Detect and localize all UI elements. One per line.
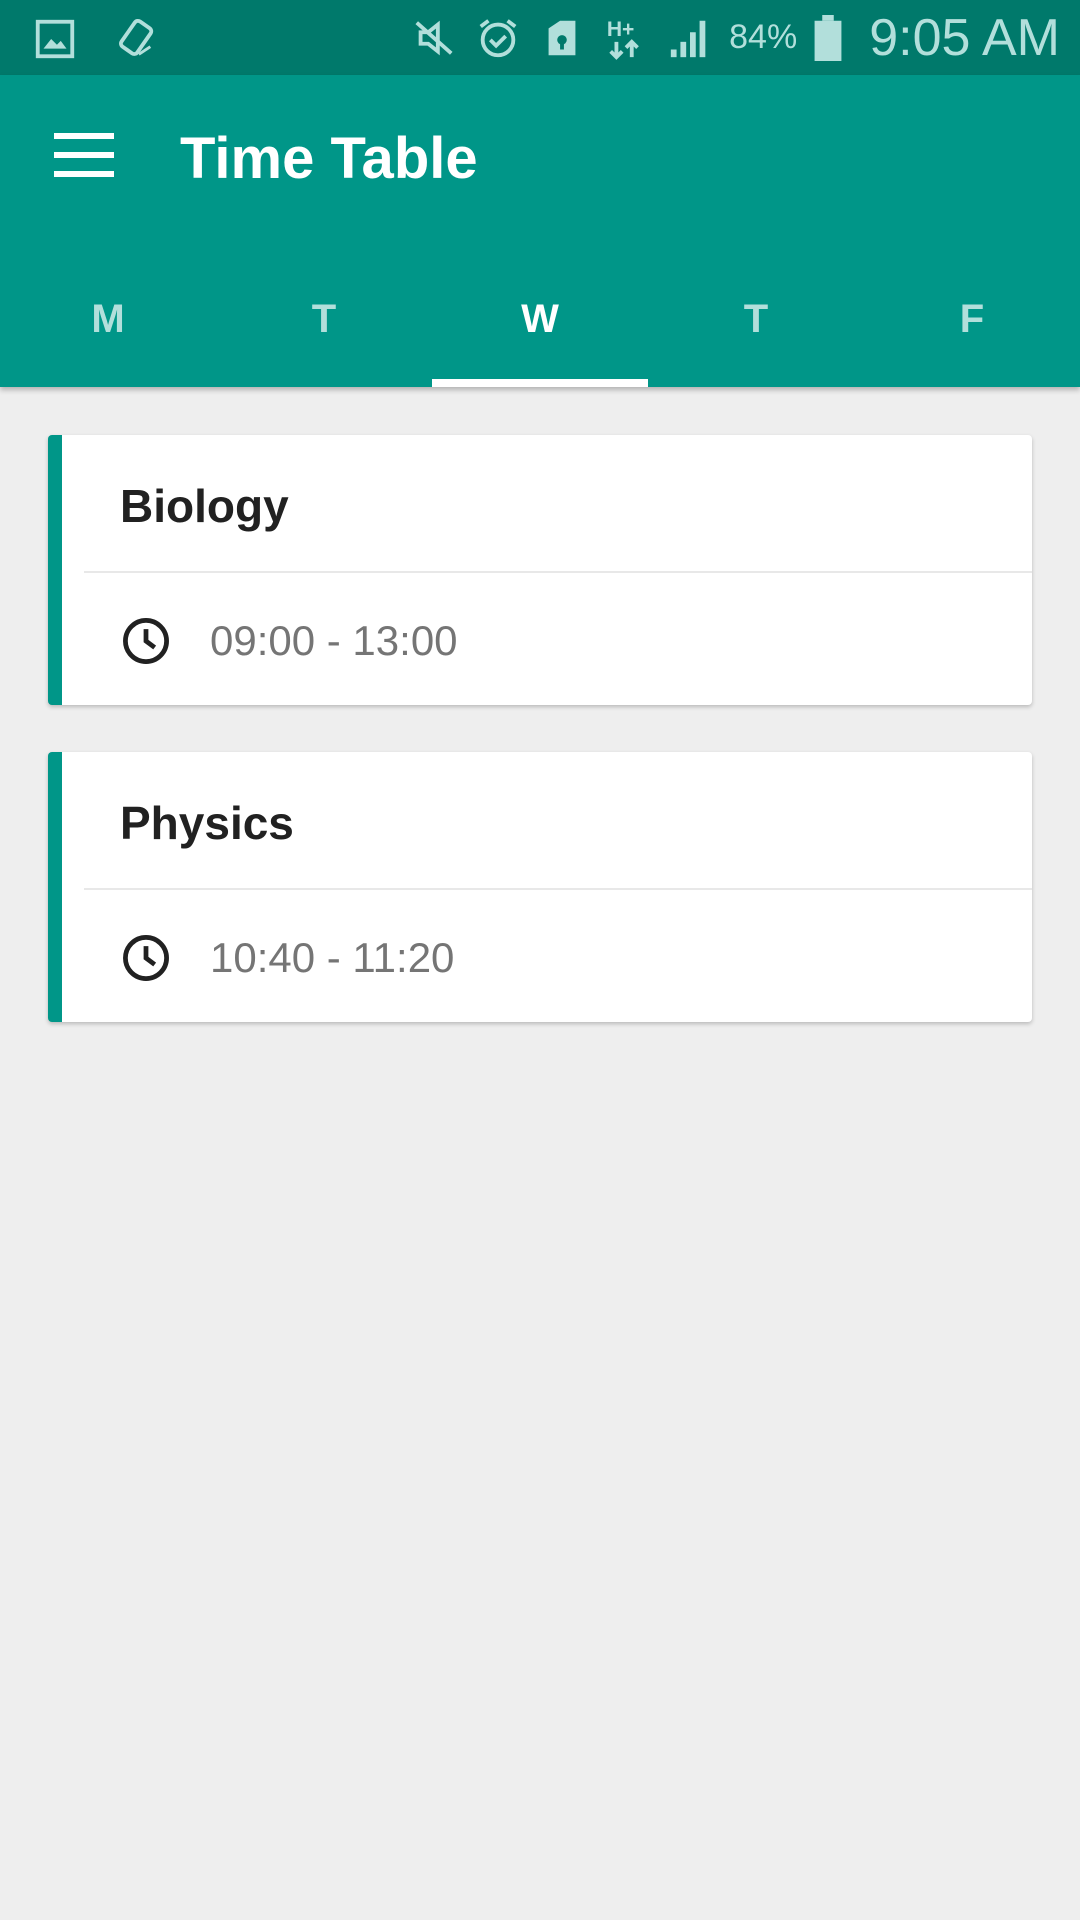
signal-icon xyxy=(665,13,715,63)
tab-wednesday[interactable]: W xyxy=(432,275,648,387)
alarm-icon xyxy=(473,13,523,63)
tab-tuesday[interactable]: T xyxy=(216,275,432,387)
tab-monday[interactable]: M xyxy=(0,275,216,387)
class-subject: Physics xyxy=(120,797,294,849)
card-divider xyxy=(84,888,1032,890)
svg-text:H+: H+ xyxy=(607,18,635,41)
mute-icon xyxy=(409,13,459,63)
card-divider xyxy=(84,571,1032,573)
battery-percent: 84% xyxy=(729,18,798,56)
clock-icon xyxy=(120,615,172,667)
class-time: 09:00 - 13:00 xyxy=(210,617,458,664)
sim-lock-icon xyxy=(537,13,587,63)
class-card-physics[interactable]: Physics 10:40 - 11:20 xyxy=(48,752,1032,1022)
battery-icon xyxy=(811,13,845,63)
gallery-icon xyxy=(30,14,80,64)
class-time-row: 09:00 - 13:00 xyxy=(120,611,458,671)
page-title: Time Table xyxy=(180,126,478,191)
hamburger-menu-icon xyxy=(54,133,114,177)
class-subject: Biology xyxy=(120,480,289,532)
class-time: 10:40 - 11:20 xyxy=(210,934,455,981)
class-card-biology[interactable]: Biology 09:00 - 13:00 xyxy=(48,435,1032,705)
tab-friday[interactable]: F xyxy=(864,275,1080,387)
rotate-icon xyxy=(110,14,160,64)
status-bar: H+ 84% 9:05 AM xyxy=(0,0,1080,75)
class-time-row: 10:40 - 11:20 xyxy=(120,928,454,988)
app-bar: Time Table M T W T F xyxy=(0,75,1080,387)
clock-icon xyxy=(120,932,172,984)
menu-button[interactable] xyxy=(40,115,128,195)
status-time: 9:05 AM xyxy=(869,8,1060,67)
tab-thursday[interactable]: T xyxy=(648,275,864,387)
hplus-icon: H+ xyxy=(601,13,651,63)
day-tabs: M T W T F xyxy=(0,275,1080,387)
